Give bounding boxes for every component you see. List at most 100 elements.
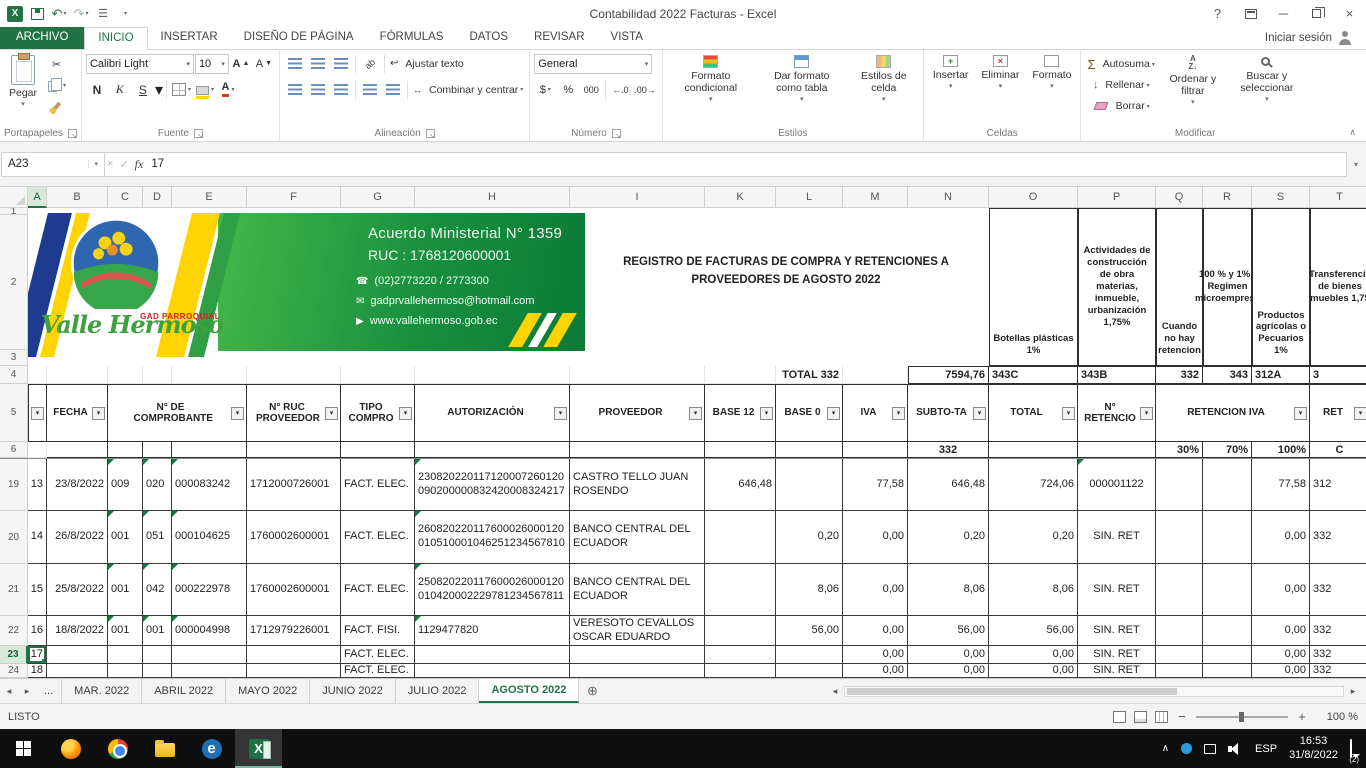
fill-button[interactable]: ↓ Rellenar▾ — [1085, 75, 1156, 95]
cell-A23[interactable]: 17 — [28, 646, 47, 664]
number-format-combo[interactable]: General▾ — [534, 54, 652, 74]
cell-C21[interactable]: 001 — [108, 564, 143, 616]
cell-I21[interactable]: BANCO CENTRAL DEL ECUADOR — [570, 564, 705, 616]
cell-K20[interactable] — [705, 511, 776, 564]
number-dialog-launcher-icon[interactable] — [612, 129, 621, 138]
cell-M24[interactable]: 0,00 — [843, 664, 908, 678]
ribbon-tab-archivo[interactable]: ARCHIVO — [0, 27, 84, 49]
decrease-indent-button[interactable] — [359, 80, 381, 100]
currency-format-button[interactable]: $▾ — [534, 80, 556, 100]
save-button[interactable] — [27, 3, 47, 25]
row-header-5[interactable]: 5 — [0, 384, 28, 442]
filter-header-comprobante[interactable]: N° DE COMPROBANTE▾ — [108, 384, 247, 442]
align-center-button[interactable] — [307, 80, 329, 100]
cell-K19[interactable]: 646,48 — [705, 459, 776, 511]
column-header-T[interactable]: T — [1310, 187, 1366, 208]
cell-L20[interactable]: 0,20 — [776, 511, 843, 564]
autosum-button[interactable]: Σ Autosuma▾ — [1085, 54, 1156, 74]
sheet-tab-mayo-2022[interactable]: MAYO 2022 — [226, 679, 310, 703]
enter-icon[interactable]: ✓ — [119, 158, 128, 171]
cell-D22[interactable]: 001 — [143, 616, 172, 646]
column-header-F[interactable]: F — [247, 187, 341, 208]
formula-bar-expand-icon[interactable]: ▾ — [1347, 152, 1365, 177]
start-button[interactable] — [0, 729, 47, 768]
cell-F24[interactable] — [247, 664, 341, 678]
delete-cells-button[interactable]: × Eliminar ▾ — [976, 52, 1024, 94]
conditional-formatting-button[interactable]: Formato condicional ▾ — [667, 52, 755, 107]
cell-S21[interactable]: 0,00 — [1252, 564, 1310, 616]
header-botellas-plasticas[interactable]: Botellas plásticas 1% — [989, 208, 1078, 366]
cell-H19[interactable]: 2308202201171200072601200902000008324200… — [415, 459, 570, 511]
cell-F22[interactable]: 1712979226001 — [247, 616, 341, 646]
column-header-R[interactable]: R — [1203, 187, 1252, 208]
taskbar-edge[interactable]: e — [188, 729, 235, 768]
cell-T23[interactable]: 332 — [1310, 646, 1366, 664]
ribbon-tab-f-rmulas[interactable]: FÓRMULAS — [367, 27, 457, 49]
action-center-button[interactable]: (2) — [1350, 740, 1352, 758]
filter-dropdown-icon[interactable]: ▾ — [325, 407, 338, 420]
cell-O19[interactable]: 724,06 — [989, 459, 1078, 511]
redo-button[interactable]: ↷▾ — [71, 3, 91, 25]
zoom-slider[interactable] — [1196, 716, 1288, 718]
cell-T19[interactable]: 312 — [1310, 459, 1366, 511]
row-header-4[interactable]: 4 — [0, 366, 28, 384]
cell-E19[interactable]: 000083242 — [172, 459, 247, 511]
filter-dropdown-icon[interactable]: ▾ — [1354, 407, 1366, 420]
formula-input[interactable]: 17 — [145, 152, 1347, 177]
cell-S22[interactable]: 0,00 — [1252, 616, 1310, 646]
filter-dropdown-icon[interactable]: ▾ — [1140, 407, 1153, 420]
cell-D23[interactable] — [143, 646, 172, 664]
ribbon-tab-vista[interactable]: VISTA — [598, 27, 656, 49]
cell-N20[interactable]: 0,20 — [908, 511, 989, 564]
sheet-tab-agosto-2022[interactable]: AGOSTO 2022 — [479, 679, 579, 703]
filter-header-ruc[interactable]: N° RUC PROVEEDOR▾ — [247, 384, 341, 442]
cell-B20[interactable]: 26/8/2022 — [47, 511, 108, 564]
cell-N22[interactable]: 56,00 — [908, 616, 989, 646]
zoom-level[interactable]: 100 % — [1316, 711, 1358, 723]
cell-O21[interactable]: 8,06 — [989, 564, 1078, 616]
cell-N19[interactable]: 646,48 — [908, 459, 989, 511]
cell-N24[interactable]: 0,00 — [908, 664, 989, 678]
column-header-M[interactable]: M — [843, 187, 908, 208]
cell-A24[interactable]: 18 — [28, 664, 47, 678]
column-header-C[interactable]: C — [108, 187, 143, 208]
cell-D21[interactable]: 042 — [143, 564, 172, 616]
cell-L21[interactable]: 8,06 — [776, 564, 843, 616]
cell-I22[interactable]: VERESOTO CEVALLOS OSCAR EDUARDO — [570, 616, 705, 646]
filter-dropdown-icon[interactable]: ▾ — [689, 407, 702, 420]
filter-dropdown-icon[interactable]: ▾ — [760, 407, 773, 420]
cell-P23[interactable]: SIN. RET — [1078, 646, 1156, 664]
filter-dropdown-icon[interactable]: ▾ — [1294, 407, 1307, 420]
ribbon-tab-dise-o-de-p-gina[interactable]: DISEÑO DE PÁGINA — [231, 27, 367, 49]
cell-P22[interactable]: SIN. RET — [1078, 616, 1156, 646]
cell-S4[interactable]: 312A — [1252, 366, 1310, 384]
cell-H23[interactable] — [415, 646, 570, 664]
cell-K23[interactable] — [705, 646, 776, 664]
row-header-3[interactable]: 3 — [0, 350, 28, 366]
sheet-tab-abril-2022[interactable]: ABRIL 2022 — [142, 679, 226, 703]
normal-view-icon[interactable] — [1113, 711, 1126, 723]
ribbon-tab-inicio[interactable]: INICIO — [84, 27, 147, 50]
ribbon-tab-insertar[interactable]: INSERTAR — [148, 27, 231, 49]
cell-O20[interactable]: 0,20 — [989, 511, 1078, 564]
cell-D20[interactable]: 051 — [143, 511, 172, 564]
font-dialog-launcher-icon[interactable] — [194, 129, 203, 138]
cell-G19[interactable]: FACT. ELEC. — [341, 459, 415, 511]
new-sheet-button[interactable]: ⊕ — [579, 679, 605, 703]
cell-M19[interactable]: 77,58 — [843, 459, 908, 511]
cell-Q21[interactable] — [1156, 564, 1203, 616]
scroll-right-icon[interactable]: ▸ — [1344, 686, 1362, 697]
decrease-font-icon[interactable]: A▼ — [253, 54, 275, 74]
filter-header-retencion-iva[interactable]: RETENCION IVA▾ — [1156, 384, 1310, 442]
cell-M21[interactable]: 0,00 — [843, 564, 908, 616]
cell-R23[interactable] — [1203, 646, 1252, 664]
cell-G24[interactable]: FACT. ELEC. — [341, 664, 415, 678]
cell-L22[interactable]: 56,00 — [776, 616, 843, 646]
sheet-tab-junio-2022[interactable]: JUNIO 2022 — [310, 679, 396, 703]
cell-R4[interactable]: 343 — [1203, 366, 1252, 384]
cell-R19[interactable] — [1203, 459, 1252, 511]
cancel-icon[interactable]: × — [107, 158, 113, 170]
cell-G23[interactable]: FACT. ELEC. — [341, 646, 415, 664]
column-header-Q[interactable]: Q — [1156, 187, 1203, 208]
filter-dropdown-icon[interactable]: ▾ — [554, 407, 567, 420]
